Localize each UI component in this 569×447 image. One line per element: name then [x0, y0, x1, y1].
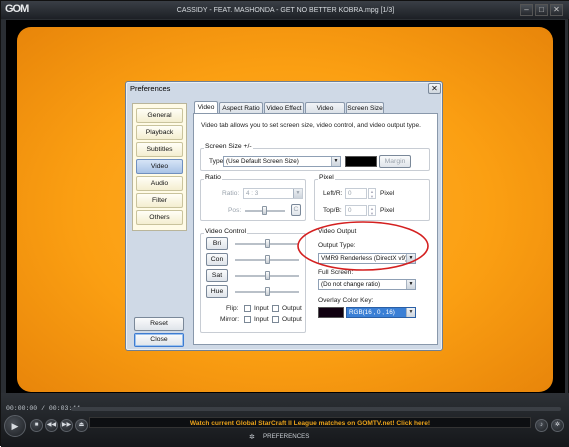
nav-item-video[interactable]: Video: [136, 159, 183, 174]
ratio-value: 4 : 3: [246, 190, 259, 197]
screen-size-type-select[interactable]: (Use Default Screen Size) ▼: [223, 156, 341, 167]
eject-icon: ⏏: [78, 422, 85, 428]
previous-button[interactable]: ◀◀: [45, 419, 58, 432]
ratio-title: Ratio: [204, 174, 222, 181]
nav-item-subtitles[interactable]: Subtitles: [136, 142, 183, 157]
top-bottom-input[interactable]: 0: [345, 205, 367, 216]
contrast-slider-thumb[interactable]: [265, 255, 270, 264]
stop-button[interactable]: ■: [30, 419, 43, 432]
speaker-icon: ♪: [540, 422, 543, 428]
chevron-down-icon: ▼: [406, 280, 415, 289]
news-ticker[interactable]: Watch current Global StarCraft II League…: [89, 417, 531, 428]
ratio-select[interactable]: 4 : 3 ▼: [243, 188, 303, 199]
gear-icon: ✲: [554, 422, 561, 428]
left-right-spinner[interactable]: ▲ ▼: [368, 188, 376, 199]
flip-output-checkbox[interactable]: [272, 305, 279, 312]
top-bottom-label: Top/B:: [323, 207, 342, 214]
chevron-down-icon: ▼: [293, 189, 302, 198]
full-screen-value: (Do not change ratio): [321, 281, 381, 288]
flip-output-label: Output: [282, 305, 302, 312]
nav-item-general[interactable]: General: [136, 108, 183, 123]
overlay-color-value: RGB(16 , 0 , 16): [349, 309, 395, 316]
time-display: 00:00:00 / 00:03:44: [6, 405, 81, 412]
hue-slider-thumb[interactable]: [265, 287, 270, 296]
contrast-button[interactable]: Con: [206, 253, 228, 266]
nav-item-audio[interactable]: Audio: [136, 176, 183, 191]
ratio-group: [200, 179, 306, 221]
overlay-color-key-label: Overlay Color Key:: [318, 297, 374, 304]
flip-label: Flip:: [226, 305, 239, 312]
play-icon: ▶: [11, 421, 19, 431]
full-screen-select[interactable]: (Do not change ratio) ▼: [318, 279, 416, 290]
close-button[interactable]: Close: [134, 333, 184, 347]
mirror-input-label: Input: [254, 316, 269, 323]
nav-item-others[interactable]: Others: [136, 210, 183, 225]
minimize-button[interactable]: –: [520, 4, 533, 16]
open-button[interactable]: ⏏: [75, 419, 88, 432]
gear-icon: ✲: [249, 434, 255, 441]
maximize-button[interactable]: □: [535, 4, 548, 16]
left-right-unit: Pixel: [380, 190, 395, 197]
gom-logo: GOM: [5, 3, 29, 15]
ratio-label: Ratio:: [222, 190, 240, 197]
next-button[interactable]: ▶▶: [60, 419, 73, 432]
reset-button[interactable]: Reset: [134, 317, 184, 331]
mirror-input-checkbox[interactable]: [244, 316, 251, 323]
left-right-input[interactable]: 0: [345, 188, 367, 199]
overlay-color-select[interactable]: RGB(16 , 0 , 16) ▼: [346, 307, 416, 318]
video-control-title: Video Control: [204, 228, 248, 235]
dialog-title: Preferences: [130, 84, 171, 93]
highlight-circle: [297, 221, 429, 271]
saturation-button[interactable]: Sat: [206, 269, 228, 282]
screen-size-type-value: (Use Default Screen Size): [226, 158, 299, 165]
play-button[interactable]: ▶: [4, 415, 26, 437]
hue-button[interactable]: Hue: [206, 285, 228, 298]
brightness-slider-thumb[interactable]: [265, 239, 270, 248]
previous-icon: ◀◀: [46, 422, 57, 428]
top-bottom-spinner[interactable]: ▲ ▼: [368, 205, 376, 216]
saturation-slider-thumb[interactable]: [265, 271, 270, 280]
settings-button[interactable]: ✲: [551, 419, 564, 432]
top-bottom-unit: Pixel: [380, 207, 395, 214]
gom-player-window: CASSIDY - FEAT. MASHONDA - GET NO BETTER…: [0, 0, 569, 447]
seek-bar[interactable]: [71, 407, 561, 411]
volume-button[interactable]: ♪: [535, 419, 548, 432]
tab-description: Video tab allows you to set screen size,…: [201, 122, 421, 129]
category-nav: General Playback Subtitles Video Audio F…: [132, 103, 187, 231]
pos-slider-thumb[interactable]: [262, 206, 267, 215]
stop-icon: ■: [34, 422, 39, 428]
chevron-down-icon: ▼: [406, 308, 415, 317]
overlay-color-swatch[interactable]: [318, 307, 344, 318]
nav-item-filter[interactable]: Filter: [136, 193, 183, 208]
window-title: CASSIDY - FEAT. MASHONDA - GET NO BETTER…: [176, 6, 395, 14]
next-icon: ▶▶: [61, 422, 72, 428]
brightness-button[interactable]: Bri: [206, 237, 228, 250]
flip-input-label: Input: [254, 305, 269, 312]
title-bar: CASSIDY - FEAT. MASHONDA - GET NO BETTER…: [1, 1, 569, 19]
nav-item-playback[interactable]: Playback: [136, 125, 183, 140]
flip-input-checkbox[interactable]: [244, 305, 251, 312]
close-window-button[interactable]: ✕: [550, 4, 563, 16]
mirror-output-label: Output: [282, 316, 302, 323]
mirror-label: Mirror:: [220, 316, 240, 323]
chevron-down-icon: ▼: [331, 157, 340, 166]
dialog-close-icon[interactable]: ✕: [428, 83, 441, 94]
center-button[interactable]: C: [291, 204, 301, 216]
screen-size-title: Screen Size +/-: [204, 143, 253, 150]
pixel-title: Pixel: [318, 174, 335, 181]
mirror-output-checkbox[interactable]: [272, 316, 279, 323]
pos-label: Pos:: [228, 207, 242, 214]
screen-color-swatch[interactable]: [345, 156, 377, 167]
margin-button[interactable]: Margin: [379, 155, 411, 168]
left-right-label: Left/R:: [323, 190, 343, 197]
preferences-label[interactable]: PREFERENCES: [263, 433, 309, 440]
